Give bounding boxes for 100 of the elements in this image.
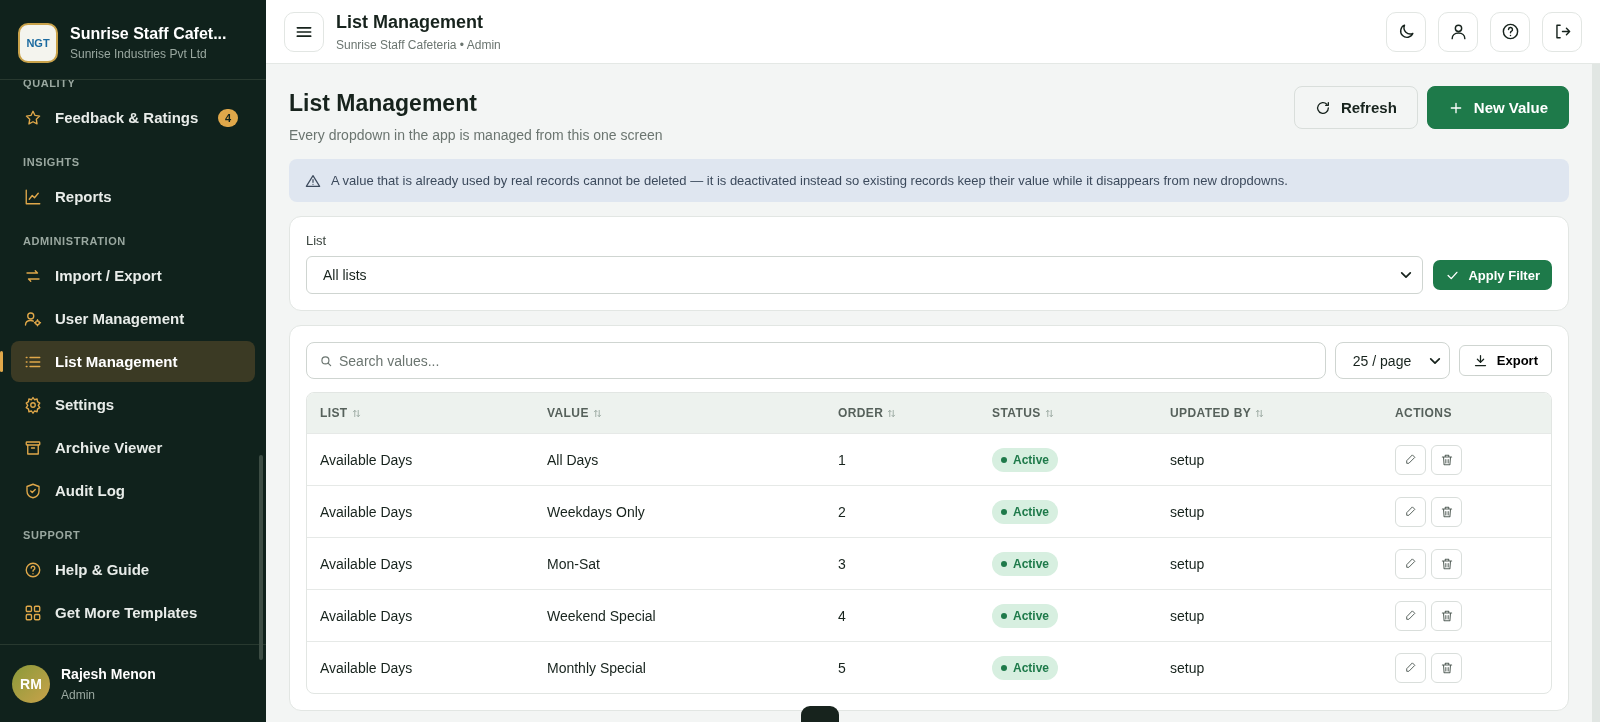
refresh-button[interactable]: Refresh <box>1293 86 1418 129</box>
user-name: Rajesh Menon <box>61 665 156 682</box>
delete-button[interactable] <box>1431 548 1462 579</box>
status-badge: Active <box>992 551 1059 576</box>
warning-icon <box>305 172 321 189</box>
user-icon <box>1448 22 1468 41</box>
column-header[interactable]: LIST <box>307 406 534 420</box>
company-name: Sunrise Industries Pvt Ltd <box>70 46 208 61</box>
caret-icon <box>1428 356 1441 365</box>
status-badge: Active <box>992 603 1059 628</box>
edit-button[interactable] <box>1395 652 1426 683</box>
table-cell-text: setup <box>1169 659 1206 676</box>
search-field[interactable]: Search values... <box>306 342 1326 379</box>
header-subtitle: Sunrise Staff Cafeteria • Admin <box>336 37 501 52</box>
logout-button[interactable] <box>1542 11 1582 52</box>
sidebar-item[interactable]: Help & Guide <box>11 549 255 590</box>
apply-filter-button[interactable]: Apply Filter <box>1433 260 1552 290</box>
section-heading: ADMINISTRATION <box>22 235 127 247</box>
grid-icon <box>24 603 42 622</box>
help-icon <box>24 560 42 579</box>
help-button[interactable] <box>1490 11 1530 52</box>
table-cell-text: Monthly Special <box>546 659 647 676</box>
table-cell-text: Available Days <box>319 451 414 468</box>
pencil-icon <box>1404 557 1417 570</box>
menu-button[interactable] <box>284 11 324 52</box>
edit-button[interactable] <box>1395 444 1426 475</box>
trash-icon <box>1439 608 1454 623</box>
column-header: ACTIONS <box>1394 406 1453 420</box>
caret-icon <box>1400 271 1413 279</box>
delete-button[interactable] <box>1431 444 1462 475</box>
pencil-icon <box>1404 661 1417 674</box>
table-cell-text: Available Days <box>319 555 414 572</box>
field-label: List <box>306 233 328 248</box>
sort-icon <box>1044 408 1054 418</box>
new-value-button[interactable]: New Value <box>1426 86 1569 129</box>
logo: NGT <box>18 22 58 63</box>
sidebar-item[interactable]: Get More Templates <box>11 592 255 633</box>
page-title: List Management <box>289 90 478 117</box>
edit-button[interactable] <box>1395 600 1426 631</box>
column-header[interactable]: ORDER <box>825 406 979 420</box>
list-dropdown[interactable]: All lists <box>306 256 1424 294</box>
sidebar-item[interactable]: Settings <box>11 384 255 425</box>
table-cell-text: 3 <box>837 555 847 572</box>
table-cell-text: Available Days <box>319 659 414 676</box>
pencil-icon <box>1404 505 1417 518</box>
trash-icon <box>1439 504 1454 519</box>
avatar: RM <box>12 664 50 703</box>
table-cell-text: Weekdays Only <box>546 503 646 520</box>
table-cell-text: All Days <box>546 451 600 468</box>
sidebar-item[interactable]: Import / Export <box>11 255 255 296</box>
table-cell-text: 5 <box>837 659 847 676</box>
sidebar-item[interactable]: Feedback & Ratings 4 <box>11 97 255 138</box>
table-cell-text: 1 <box>837 451 847 468</box>
star-icon <box>24 108 42 127</box>
sidebar-item[interactable]: Archive Viewer <box>11 427 255 468</box>
table-cell-text: setup <box>1169 451 1206 468</box>
sort-icon <box>592 408 602 418</box>
table-cell-text: Available Days <box>319 607 414 624</box>
scrollbar[interactable] <box>259 455 263 660</box>
column-header[interactable]: VALUE <box>534 406 825 420</box>
user-role: Admin <box>61 687 96 702</box>
count-badge: 4 <box>217 108 238 127</box>
trash-icon <box>1439 556 1454 571</box>
table-cell-text: 4 <box>837 607 847 624</box>
edit-button[interactable] <box>1395 548 1426 579</box>
sort-icon <box>351 408 361 418</box>
status-badge: Active <box>992 655 1059 680</box>
column-header[interactable]: STATUS <box>979 406 1157 420</box>
sidebar-item[interactable]: Audit Log <box>11 470 255 511</box>
help-icon <box>1500 22 1520 41</box>
table-cell-text: setup <box>1169 503 1206 520</box>
export-button[interactable]: Export <box>1458 345 1552 376</box>
trash-icon <box>1439 452 1454 467</box>
column-header[interactable]: UPDATED BY <box>1157 406 1382 420</box>
table-cell-text: 2 <box>837 503 847 520</box>
line-chart-icon <box>24 187 42 206</box>
pencil-icon <box>1404 609 1417 622</box>
moon-button[interactable] <box>1386 11 1426 52</box>
table-cell-text: setup <box>1169 555 1206 572</box>
user-button[interactable] <box>1438 11 1478 52</box>
sidebar-item[interactable]: User Management <box>11 298 255 339</box>
refresh-icon <box>1314 99 1331 116</box>
section-heading: QUALITY <box>22 80 77 89</box>
info-text: A value that is already used by real records cannot be deleted — it is deactivated instead so existing records keep their value while it disappears from new dropdowns. <box>331 173 1288 188</box>
user-gear-icon <box>24 309 42 328</box>
page-size-dropdown[interactable]: 25 / page <box>1334 342 1450 379</box>
section-heading: INSIGHTS <box>22 156 81 168</box>
edit-button[interactable] <box>1395 496 1426 527</box>
delete-button[interactable] <box>1431 652 1462 683</box>
download-icon <box>1472 353 1488 368</box>
table-cell-text: setup <box>1169 607 1206 624</box>
search-icon <box>319 353 333 368</box>
archive-box-icon <box>24 438 42 457</box>
delete-button[interactable] <box>1431 496 1462 527</box>
delete-button[interactable] <box>1431 600 1462 631</box>
status-badge: Active <box>992 499 1059 524</box>
header-title: List Management <box>336 11 485 33</box>
sidebar-item[interactable]: Reports <box>11 176 255 217</box>
sort-icon <box>1255 408 1265 418</box>
table-cell-text: Available Days <box>319 503 414 520</box>
